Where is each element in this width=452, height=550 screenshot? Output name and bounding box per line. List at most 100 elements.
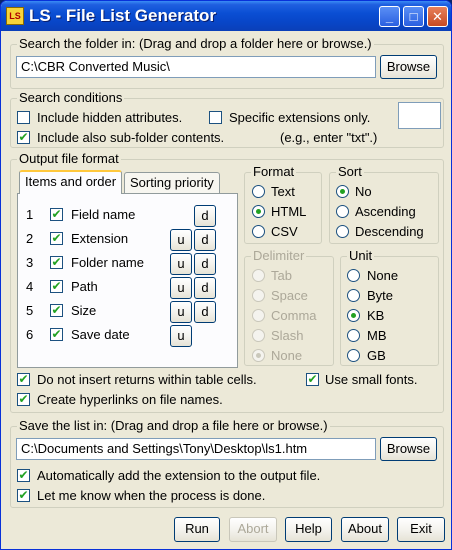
close-button[interactable]: ✕ xyxy=(427,6,448,27)
item-label: Folder name xyxy=(71,255,144,270)
unit-mb-radio[interactable] xyxy=(347,329,360,342)
tab-sorting-priority[interactable]: Sorting priority xyxy=(124,172,220,194)
notify-checkbox[interactable]: ✔ xyxy=(17,489,30,502)
search-folder-input[interactable]: C:\CBR Converted Music\ xyxy=(16,56,376,78)
no-returns-checkbox[interactable]: ✔ xyxy=(17,373,30,386)
move-up-button[interactable]: u xyxy=(170,229,192,251)
item-checkbox[interactable]: ✔ xyxy=(50,208,63,221)
tab-items-and-order[interactable]: Items and order xyxy=(19,170,123,194)
unit-kb-label[interactable]: KB xyxy=(367,308,384,323)
format-text-label[interactable]: Text xyxy=(271,184,295,199)
item-number: 3 xyxy=(26,255,34,270)
move-down-button[interactable]: d xyxy=(194,301,216,323)
auto-extension-label[interactable]: Automatically add the extension to the o… xyxy=(37,468,320,483)
item-label: Extension xyxy=(71,231,129,246)
sort-descending-label[interactable]: Descending xyxy=(355,224,424,239)
search-conditions-title: Search conditions xyxy=(17,90,125,105)
no-returns-label[interactable]: Do not insert returns within table cells… xyxy=(37,372,257,387)
format-html-label[interactable]: HTML xyxy=(271,204,306,219)
item-number: 5 xyxy=(26,303,34,318)
extension-hint: (e.g., enter "txt".) xyxy=(280,130,378,145)
app-icon: LS xyxy=(6,7,24,25)
hidden-attributes-checkbox[interactable] xyxy=(17,111,30,124)
item-checkbox[interactable]: ✔ xyxy=(50,232,63,245)
unit-gb-radio[interactable] xyxy=(347,349,360,362)
sort-ascending-label[interactable]: Ascending xyxy=(355,204,416,219)
item-checkbox[interactable]: ✔ xyxy=(50,328,63,341)
move-down-button[interactable]: d xyxy=(194,253,216,275)
move-up-button[interactable]: u xyxy=(170,277,192,299)
help-button[interactable]: Help xyxy=(285,517,332,542)
unit-mb-label[interactable]: MB xyxy=(367,328,387,343)
subfolders-label[interactable]: Include also sub-folder contents. xyxy=(37,130,224,145)
item-checkbox[interactable]: ✔ xyxy=(50,280,63,293)
delimiter-space-label[interactable]: Space xyxy=(271,288,308,303)
sort-descending-radio[interactable] xyxy=(336,225,349,238)
delimiter-space-radio[interactable] xyxy=(252,289,265,302)
format-csv-radio[interactable] xyxy=(252,225,265,238)
item-number: 1 xyxy=(26,207,34,222)
format-title: Format xyxy=(251,164,297,179)
delimiter-none-radio[interactable] xyxy=(252,349,265,362)
unit-kb-radio[interactable] xyxy=(347,309,360,322)
format-html-radio[interactable] xyxy=(252,205,265,218)
minimize-button[interactable]: _ xyxy=(379,6,400,27)
exit-button[interactable]: Exit xyxy=(397,517,445,542)
delimiter-tab-label[interactable]: Tab xyxy=(271,268,292,283)
delimiter-none-label[interactable]: None xyxy=(271,348,302,363)
hyperlinks-checkbox[interactable]: ✔ xyxy=(17,393,30,406)
small-fonts-checkbox[interactable]: ✔ xyxy=(306,373,319,386)
item-number: 2 xyxy=(26,231,34,246)
maximize-button[interactable]: □ xyxy=(403,6,424,27)
search-folder-browse-button[interactable]: Browse xyxy=(380,55,437,79)
unit-title: Unit xyxy=(347,248,375,263)
format-csv-label[interactable]: CSV xyxy=(271,224,298,239)
extension-input[interactable] xyxy=(398,102,441,129)
notify-label[interactable]: Let me know when the process is done. xyxy=(37,488,265,503)
window-title: LS - File List Generator xyxy=(29,6,217,25)
sort-no-radio[interactable] xyxy=(336,185,349,198)
item-checkbox[interactable]: ✔ xyxy=(50,304,63,317)
move-up-button[interactable]: u xyxy=(170,301,192,323)
abort-button[interactable]: Abort xyxy=(229,517,277,542)
item-label: Save date xyxy=(71,327,130,342)
format-text-radio[interactable] xyxy=(252,185,265,198)
move-up-button[interactable]: u xyxy=(170,253,192,275)
item-number: 6 xyxy=(26,327,34,342)
item-checkbox[interactable]: ✔ xyxy=(50,256,63,269)
about-button[interactable]: About xyxy=(341,517,389,542)
hyperlinks-label[interactable]: Create hyperlinks on file names. xyxy=(37,392,223,407)
sort-ascending-radio[interactable] xyxy=(336,205,349,218)
save-list-title: Save the list in: (Drag and drop a file … xyxy=(17,418,330,433)
item-label: Path xyxy=(71,279,98,294)
unit-gb-label[interactable]: GB xyxy=(367,348,386,363)
save-list-browse-button[interactable]: Browse xyxy=(380,437,437,461)
item-label: Field name xyxy=(71,207,136,222)
move-down-button[interactable]: d xyxy=(194,229,216,251)
auto-extension-checkbox[interactable]: ✔ xyxy=(17,469,30,482)
unit-none-radio[interactable] xyxy=(347,269,360,282)
save-list-input[interactable]: C:\Documents and Settings\Tony\Desktop\l… xyxy=(16,438,376,460)
move-down-button[interactable]: d xyxy=(194,205,216,227)
move-up-button[interactable]: u xyxy=(170,325,192,347)
unit-byte-label[interactable]: Byte xyxy=(367,288,393,303)
hidden-attributes-label[interactable]: Include hidden attributes. xyxy=(37,110,182,125)
move-down-button[interactable]: d xyxy=(194,277,216,299)
sort-title: Sort xyxy=(336,164,364,179)
specific-extensions-checkbox[interactable] xyxy=(209,111,222,124)
unit-byte-radio[interactable] xyxy=(347,289,360,302)
delimiter-comma-radio[interactable] xyxy=(252,309,265,322)
delimiter-comma-label[interactable]: Comma xyxy=(271,308,317,323)
specific-extensions-label[interactable]: Specific extensions only. xyxy=(229,110,370,125)
search-folder-title: Search the folder in: (Drag and drop a f… xyxy=(17,36,374,51)
small-fonts-label[interactable]: Use small fonts. xyxy=(325,372,417,387)
item-label: Size xyxy=(71,303,97,318)
delimiter-slash-label[interactable]: Slash xyxy=(271,328,304,343)
run-button[interactable]: Run xyxy=(174,517,220,542)
title-bar[interactable]: LS LS - File List Generator _ □ ✕ xyxy=(1,1,451,31)
delimiter-slash-radio[interactable] xyxy=(252,329,265,342)
unit-none-label[interactable]: None xyxy=(367,268,398,283)
subfolders-checkbox[interactable]: ✔ xyxy=(17,131,30,144)
sort-no-label[interactable]: No xyxy=(355,184,372,199)
delimiter-tab-radio[interactable] xyxy=(252,269,265,282)
